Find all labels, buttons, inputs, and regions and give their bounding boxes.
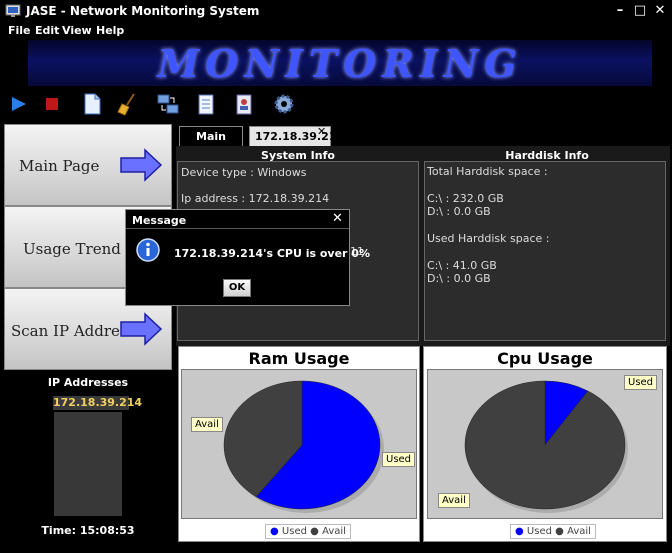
app-icon [5,4,21,17]
dialog-title: Message [132,214,187,227]
info-icon [136,238,160,262]
maximize-button[interactable]: □ [632,3,648,19]
menu-view[interactable]: View [62,24,92,37]
notepad-icon[interactable] [194,92,218,116]
banner-text: MONITORING [157,41,523,86]
close-button[interactable]: ✕ [652,3,668,19]
arrow-right-icon [120,312,163,346]
pie-slice-avail [464,380,626,510]
clock-label: Time: 15:08:53 [41,524,135,537]
ram-avail-label: Avail [191,417,223,432]
nav-main-page-button[interactable]: Main Page [4,124,172,206]
broom-icon[interactable] [116,92,140,116]
harddisk-info-panel: Total Harddisk space : C:\ : 232.0 GB D:… [424,161,666,341]
ram-pie-chart [223,380,384,513]
ip-panel: IP Addresses 172.18.39.214 Time: 15:08:5… [4,370,172,545]
total-d-drive: D:\ : 0.0 GB [427,205,491,218]
total-harddisk-label: Total Harddisk space : [427,165,548,178]
nav-main-page-label: Main Page [19,157,100,175]
ip-panel-title: IP Addresses [47,376,129,389]
nav-usage-trend-label: Usage Trend [23,240,121,258]
cpu-legend-avail: Avail [567,526,591,537]
ip-list-item[interactable]: 172.18.39.214 [53,396,142,410]
cpu-legend-used: Used [526,526,552,537]
ram-chart-panel: Ram Usage Avail Used ● Used ● Avail [178,346,420,542]
menu-edit[interactable]: Edit [35,24,59,37]
ram-legend-used: Used [281,526,307,537]
play-icon[interactable] [6,92,30,116]
dialog-divider [126,228,349,229]
ram-legend-avail: Avail [322,526,346,537]
ram-used-label: Used [382,452,416,467]
used-c-drive: C:\ : 41.0 GB [427,259,497,272]
title-bar: JASE - Network Monitoring System – □ ✕ [0,0,672,22]
tab-main-page[interactable]: Main Page [179,126,243,163]
message-dialog: Message ✕ 172.18.39.214's CPU is over 0%… [125,209,370,306]
arrow-right-icon [120,148,163,182]
ip-list[interactable] [54,412,122,516]
ok-button[interactable]: OK [223,279,251,297]
device-type-text: Device type : Windows [181,166,307,179]
total-c-drive: C:\ : 232.0 GB [427,192,504,205]
ram-chart-title: Ram Usage [248,349,350,368]
cpu-chart-title: Cpu Usage [497,349,593,368]
menu-file[interactable]: File [8,24,31,37]
menu-help[interactable]: Help [96,24,124,37]
tab-ip-label: 172.18.39.214 [255,130,345,143]
nav-scan-ip-label: Scan IP Address [11,322,136,340]
banner: MONITORING [28,40,652,86]
used-harddisk-label: Used Harddisk space : [427,232,550,245]
used-d-drive: D:\ : 0.0 GB [427,272,491,285]
ram-legend: ● Used ● Avail [265,524,351,539]
cpu-chart-panel: Cpu Usage Used Avail ● Used ● Avail [423,346,667,542]
cpu-used-label: Used [624,375,658,390]
user-card-icon[interactable] [232,92,256,116]
document-icon[interactable] [80,92,104,116]
cpu-avail-label: Avail [438,493,470,508]
dialog-message: 172.18.39.214's CPU is over 0% [174,247,370,260]
ip-address-text: Ip address : 172.18.39.214 [181,192,330,205]
dialog-close-icon[interactable]: ✕ [332,211,343,226]
window-title: JASE - Network Monitoring System [26,4,260,18]
network-transfer-icon[interactable] [156,92,180,116]
cpu-legend: ● Used ● Avail [510,524,596,539]
settings-gear-icon[interactable] [272,92,296,116]
tab-close-icon[interactable]: ✕ [317,125,326,138]
stop-icon[interactable] [40,92,64,116]
minimize-button[interactable]: – [612,3,628,19]
ram-plot-area [181,369,417,519]
